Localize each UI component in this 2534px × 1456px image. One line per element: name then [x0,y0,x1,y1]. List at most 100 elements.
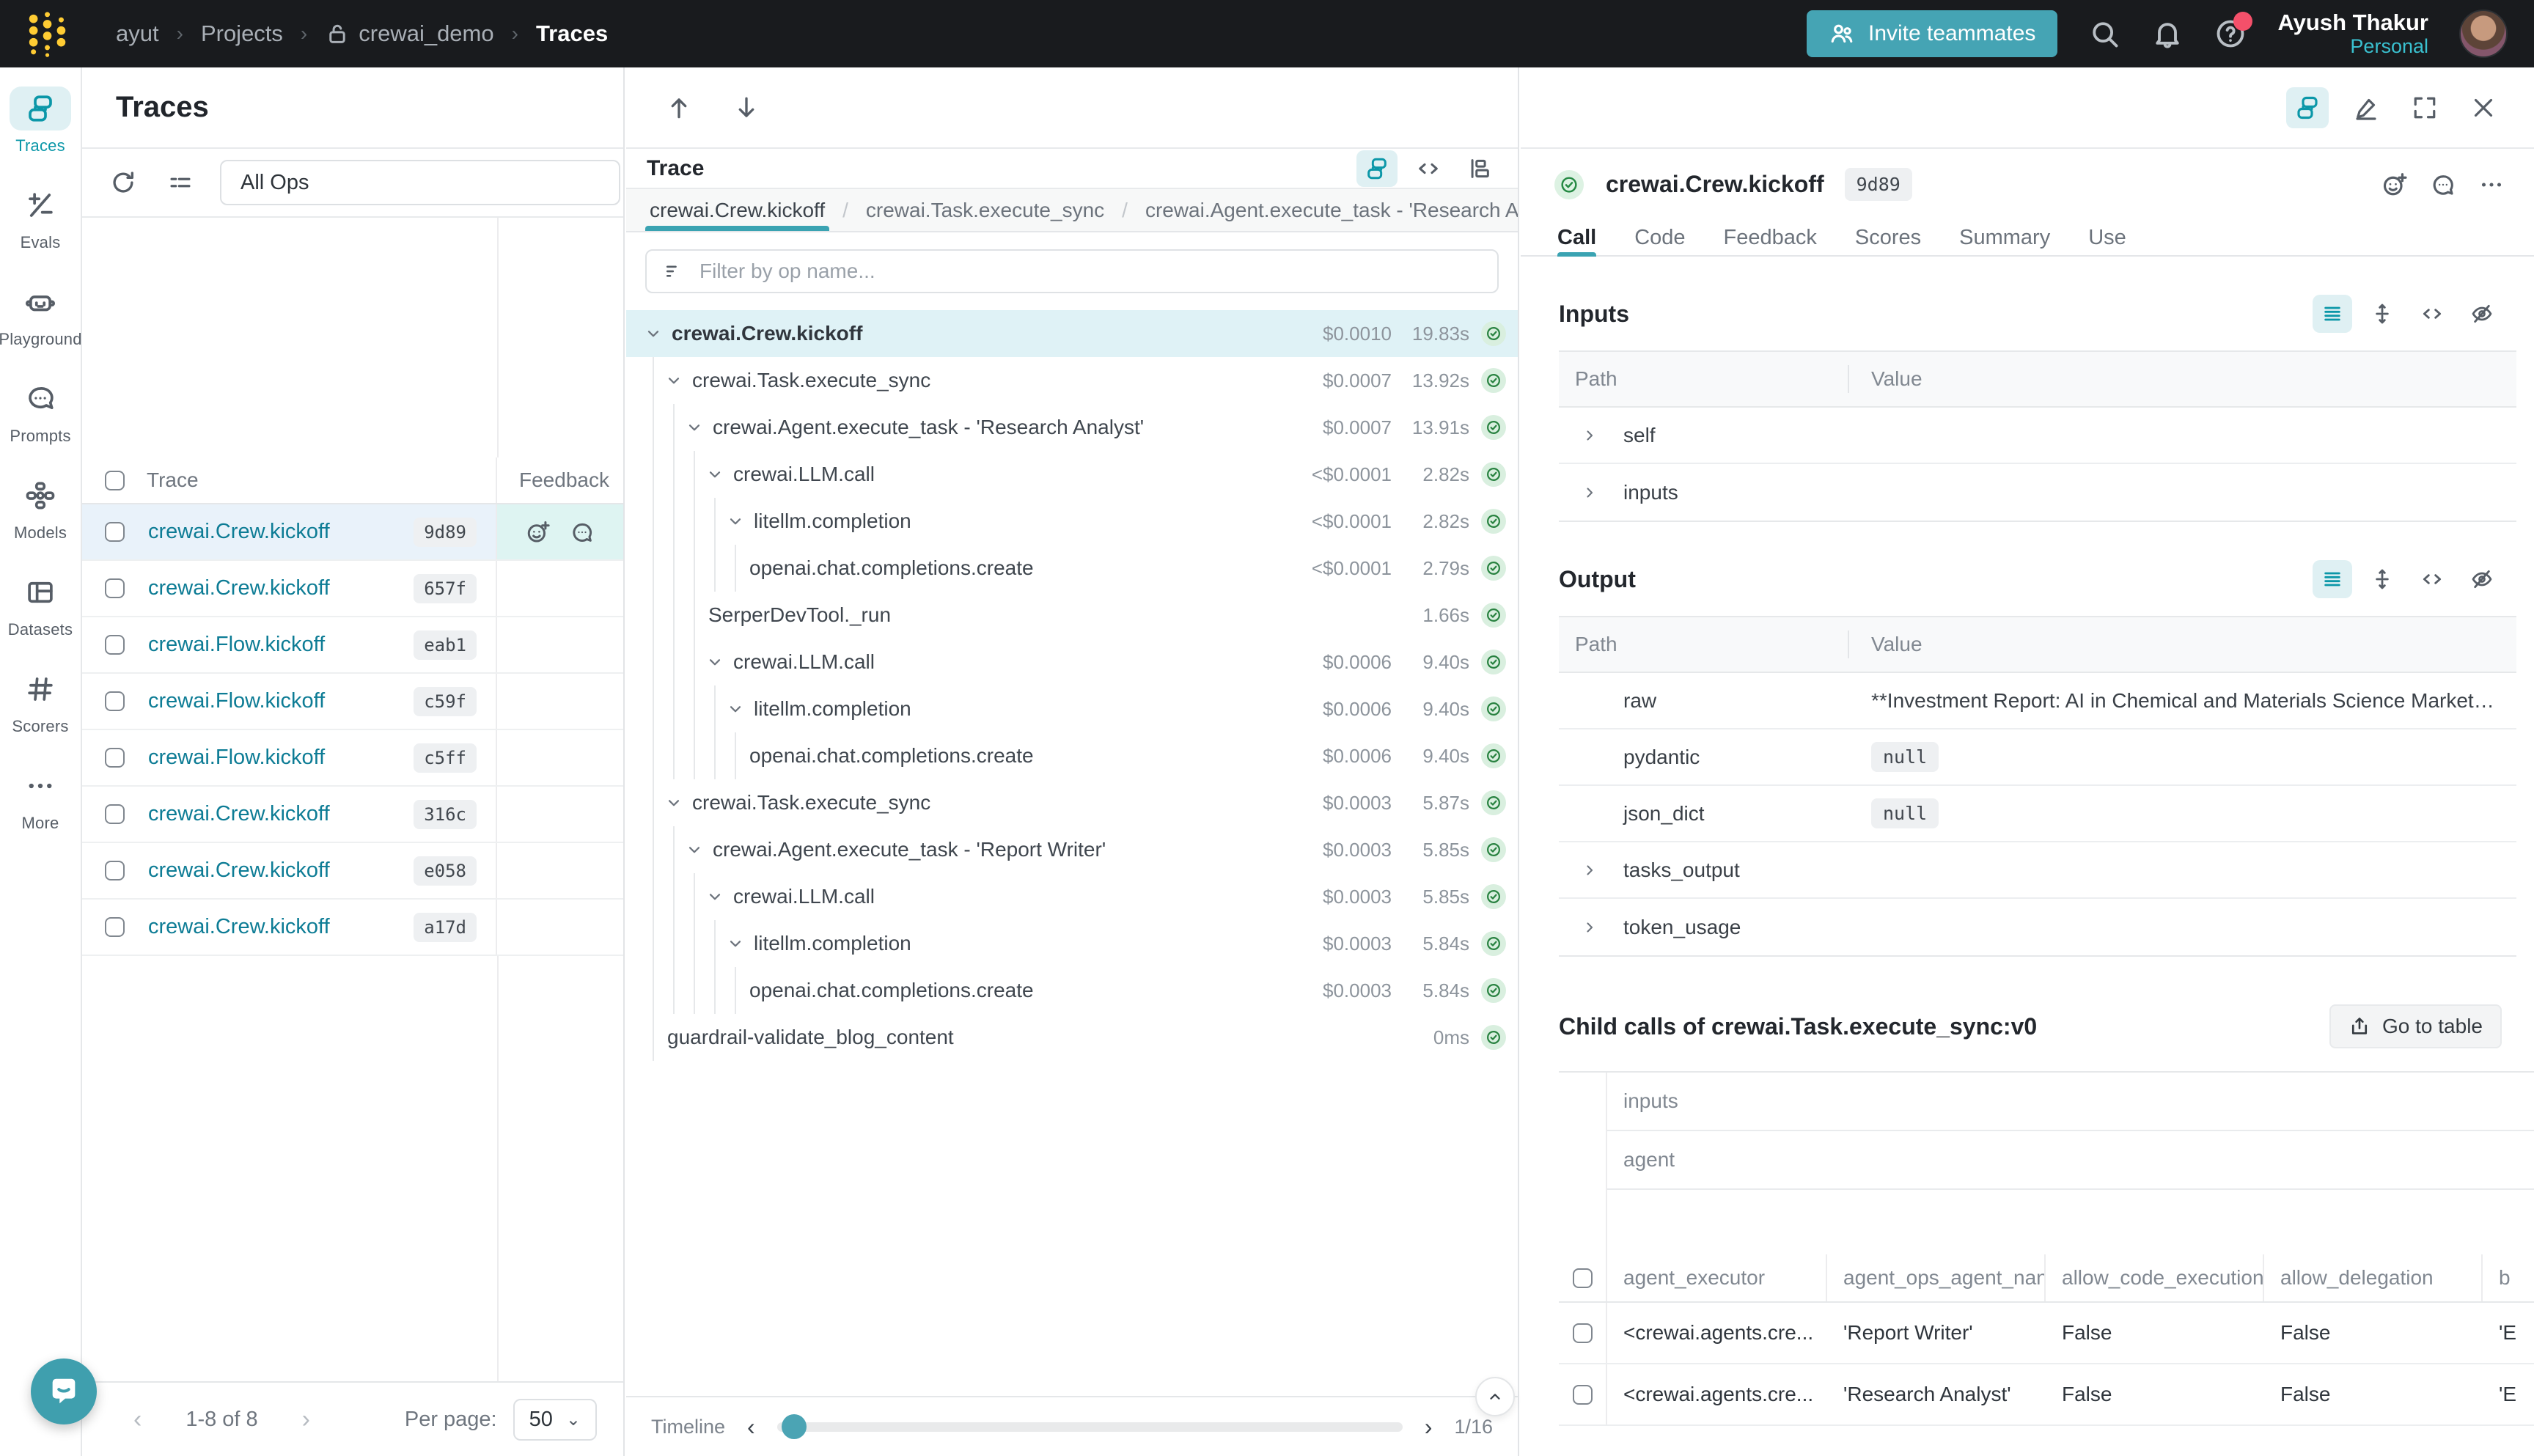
code-view-button[interactable] [2412,560,2452,598]
list-view-button[interactable] [2313,295,2352,333]
add-reaction-icon[interactable] [2381,172,2408,198]
row-checkbox[interactable] [105,635,125,655]
op-name-filter-input[interactable]: Filter by op name... [645,249,1499,293]
trace-row[interactable]: crewai.Crew.kickoff 316c [82,787,623,843]
trace-tree-row[interactable]: litellm.completion $0.0003 5.84s [626,920,1518,967]
ops-filter-select[interactable]: All Ops [220,160,620,205]
trace-row[interactable]: crewai.Flow.kickoff c5ff [82,730,623,787]
chevron-down-icon[interactable] [705,887,730,906]
sidebar-item[interactable]: More [2,764,78,833]
invite-teammates-button[interactable]: Invite teammates [1807,10,2057,57]
go-to-table-button[interactable]: Go to table [2329,1004,2502,1048]
breadcrumb-project[interactable]: crewai_demo [325,21,493,47]
row-checkbox[interactable] [105,804,125,824]
trace-row[interactable]: crewai.Crew.kickoff e058 [82,843,623,900]
inputs-row[interactable]: self [1559,408,2516,464]
expand-rows-button[interactable] [2362,295,2402,333]
row-checkbox[interactable] [105,691,125,711]
flame-view-button[interactable] [1459,150,1500,187]
output-row[interactable]: tasks_output [1559,842,2516,899]
search-icon[interactable] [2088,18,2120,50]
fullscreen-button[interactable] [2403,87,2446,128]
sidebar-item[interactable]: Models [2,474,78,543]
column-header[interactable]: allow_delegation [2264,1254,2483,1301]
detail-tab[interactable]: Scores [1855,220,1921,255]
trace-link[interactable]: crewai.Crew.kickoff [148,858,330,883]
per-page-select[interactable]: 50 ⌄ [513,1399,597,1441]
timeline-slider-knob[interactable] [782,1414,807,1439]
trace-tree-row[interactable]: crewai.LLM.call $0.0006 9.40s [626,639,1518,685]
sidebar-item[interactable]: Prompts [2,377,78,446]
output-row[interactable]: raw **Investment Report: AI in Chemical … [1559,673,2516,729]
trace-link[interactable]: crewai.Flow.kickoff [148,689,325,713]
select-all-checkbox[interactable] [1573,1268,1593,1288]
hide-values-button[interactable] [2462,560,2502,598]
chevron-right-icon[interactable] [1581,427,1606,444]
trace-tree-row[interactable]: crewai.Agent.execute_task - 'Report Writ… [626,826,1518,873]
refresh-button[interactable] [106,165,141,200]
trace-path-tab[interactable]: crewai.Agent.execute_task - 'Research An… [1141,189,1518,231]
chevron-down-icon[interactable] [685,418,710,437]
select-all-checkbox[interactable] [105,471,125,490]
more-options-icon[interactable] [2478,172,2505,198]
support-chat-button[interactable] [31,1358,97,1424]
detail-tab[interactable]: Feedback [1724,220,1817,255]
hide-values-button[interactable] [2462,295,2502,333]
chevron-right-icon[interactable] [1581,484,1606,501]
trace-tree-row[interactable]: openai.chat.completions.create <$0.0001 … [626,545,1518,592]
trace-tree-row[interactable]: crewai.Task.execute_sync $0.0003 5.87s [626,779,1518,826]
code-view-button[interactable] [1408,150,1449,187]
trace-link[interactable]: crewai.Flow.kickoff [148,633,325,657]
breadcrumb-section[interactable]: Projects [201,21,283,47]
previous-call-button[interactable] [661,90,697,125]
trace-row[interactable]: crewai.Crew.kickoff 657f [82,561,623,617]
child-call-row[interactable]: <crewai.agents.cre... 'Report Writer' Fa… [1559,1303,2534,1364]
prev-page-button[interactable]: ‹ [133,1405,142,1434]
trace-tree-row[interactable]: crewai.Crew.kickoff $0.0010 19.83s [626,310,1518,357]
avatar[interactable] [2459,10,2508,58]
trace-tree-row[interactable]: crewai.Agent.execute_task - 'Research An… [626,404,1518,451]
trace-row[interactable]: crewai.Flow.kickoff c59f [82,674,623,730]
next-call-button[interactable] [729,90,764,125]
close-icon[interactable] [2462,87,2505,128]
trace-link[interactable]: crewai.Crew.kickoff [148,802,330,826]
trace-link[interactable]: crewai.Crew.kickoff [148,520,330,544]
trace-tree-row[interactable]: openai.chat.completions.create $0.0003 5… [626,967,1518,1014]
collapse-timeline-button[interactable] [1475,1377,1515,1416]
trace-row[interactable]: crewai.Crew.kickoff 9d89 [82,504,623,561]
expand-rows-button[interactable] [2362,560,2402,598]
chevron-down-icon[interactable] [726,512,751,531]
tree-view-button[interactable] [1356,150,1398,187]
trace-tree-row[interactable]: crewai.Task.execute_sync $0.0007 13.92s [626,357,1518,404]
comment-icon[interactable] [2430,172,2456,198]
column-header[interactable]: agent_executor [1607,1254,1827,1301]
detail-tab[interactable]: Call [1557,220,1596,255]
notifications-bell-icon[interactable] [2151,18,2184,50]
user-menu[interactable]: Ayush Thakur Personal [2277,10,2428,59]
column-header[interactable]: b [2483,1254,2534,1301]
trace-link[interactable]: crewai.Flow.kickoff [148,746,325,770]
trace-path-tab[interactable]: crewai.Task.execute_sync [862,189,1109,231]
trace-tree-row[interactable]: crewai.LLM.call $0.0003 5.85s [626,873,1518,920]
trace-row[interactable]: crewai.Crew.kickoff a17d [82,900,623,956]
detail-tab[interactable]: Summary [1959,220,2050,255]
chevron-down-icon[interactable] [644,324,669,343]
column-header[interactable]: allow_code_execution [2046,1254,2264,1301]
sidebar-item[interactable]: Scorers [2,667,78,736]
trace-tree-row[interactable]: guardrail-validate_blog_content 0ms [626,1014,1518,1061]
child-call-row[interactable]: <crewai.agents.cre... 'Research Analyst'… [1559,1364,2534,1426]
chevron-down-icon[interactable] [705,465,730,484]
row-checkbox[interactable] [105,917,125,937]
breadcrumb-entity[interactable]: ayut [116,21,159,47]
list-view-button[interactable] [2313,560,2352,598]
trace-column-header[interactable]: Trace [147,468,496,492]
output-row[interactable]: json_dict nullnull [1559,786,2516,842]
sidebar-item[interactable]: Evals [2,183,78,252]
sidebar-item[interactable]: Datasets [2,570,78,639]
row-checkbox[interactable] [1573,1323,1593,1343]
trace-row[interactable]: crewai.Flow.kickoff eab1 [82,617,623,674]
row-checkbox[interactable] [1573,1385,1593,1405]
chevron-right-icon[interactable] [1581,919,1606,936]
timeline-prev-button[interactable]: ‹ [747,1413,755,1441]
comment-icon[interactable] [570,520,595,545]
